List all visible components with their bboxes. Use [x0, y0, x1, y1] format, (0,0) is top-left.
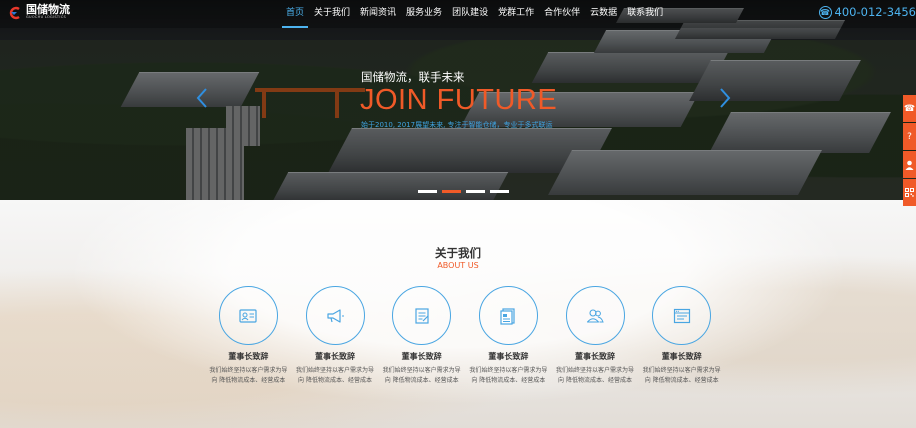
about-card-title: 董事长致辞 [661, 352, 702, 361]
section-subtitle: ABOUT US [437, 261, 479, 270]
about-card-desc: 我们始终坚持以客户需求为导向 降低物流成本、经营成本 [295, 367, 374, 384]
about-cards: 董事长致辞 我们始终坚持以客户需求为导向 降低物流成本、经营成本 董事长致辞 我… [205, 286, 725, 386]
top-nav: 国储物流 GUOCHU LOGISTICS 首页 关于我们 新闻资讯 服务业务 … [0, 0, 916, 28]
about-card-title: 董事长致辞 [401, 352, 442, 361]
about-card: 董事长致辞 我们始终坚持以客户需求为导向 降低物流成本、经营成本 [552, 286, 639, 386]
logo-subtitle: GUOCHU LOGISTICS [26, 15, 66, 19]
nav-item-about[interactable]: 关于我们 [310, 0, 354, 26]
hotline-number: 400-012-3456 [834, 5, 916, 19]
users-icon [586, 308, 604, 323]
nav-item-services[interactable]: 服务业务 [402, 0, 446, 26]
about-card-desc: 我们始终坚持以客户需求为导向 降低物流成本、经营成本 [382, 367, 461, 384]
about-card-icon-button[interactable] [392, 286, 452, 345]
about-card-desc: 我们始终坚持以客户需求为导向 降低物流成本、经营成本 [209, 367, 288, 384]
float-phone-button[interactable]: ☎ [903, 95, 916, 122]
float-question-button[interactable]: ? [903, 123, 916, 150]
document-icon [500, 307, 515, 325]
about-card: 董事长致辞 我们始终坚持以客户需求为导向 降低物流成本、经营成本 [292, 286, 379, 386]
user-icon [905, 160, 914, 170]
chevron-right-icon [720, 88, 731, 108]
id-card-icon [239, 308, 257, 323]
float-qrcode-button[interactable] [903, 179, 916, 206]
nav-item-party[interactable]: 党群工作 [494, 0, 538, 26]
slide-subtitle: 始于2010, 2017展望未来, 专注于智能仓储，专业于多式联运 [361, 121, 553, 129]
phone-icon: ☎ [818, 5, 832, 19]
slide-headline: JOIN FUTURE [360, 84, 558, 116]
about-card-icon-button[interactable] [218, 286, 278, 345]
slider-prev-button[interactable] [196, 88, 208, 108]
logo-title: 国储物流 [26, 3, 70, 16]
about-card-icon-button[interactable] [478, 286, 538, 345]
nav-item-contact[interactable]: 联系我们 [623, 0, 667, 26]
nav-item-news[interactable]: 新闻资讯 [356, 0, 400, 26]
slider-dot[interactable] [418, 190, 437, 193]
slider-next-button[interactable] [719, 88, 731, 108]
slide-title: 国储物流，联手未来 [361, 70, 465, 84]
nav-item-cloud-data[interactable]: 云数据 [586, 0, 621, 26]
about-card-desc: 我们始终坚持以客户需求为导向 降低物流成本、经营成本 [556, 367, 635, 384]
slider-dot-active[interactable] [442, 190, 461, 193]
nav-item-home[interactable]: 首页 [282, 0, 309, 28]
qrcode-icon [905, 188, 914, 197]
edit-note-icon [415, 307, 429, 324]
about-card-icon-button[interactable] [305, 286, 365, 345]
about-card: 董事长致辞 我们始终坚持以客户需求为导向 降低物流成本、经营成本 [638, 286, 725, 386]
slider-dot[interactable] [466, 190, 485, 193]
about-card-icon-button[interactable] [652, 286, 712, 345]
nav-item-team[interactable]: 团队建设 [448, 0, 492, 26]
about-card-title: 董事长致辞 [575, 352, 616, 361]
about-section: 关于我们 ABOUT US 董事长致辞 我们始终坚持以客户需求为导向 降低物流成… [0, 200, 916, 428]
slider-dot[interactable] [490, 190, 509, 193]
logo-mark-icon [8, 5, 22, 19]
logo[interactable]: 国储物流 GUOCHU LOGISTICS [8, 4, 70, 20]
slider-pagination [418, 190, 514, 193]
browser-window-icon [673, 308, 690, 323]
chevron-left-icon [196, 88, 207, 108]
hotline[interactable]: ☎ 400-012-3456 [818, 5, 916, 19]
main-menu: 首页 关于我们 新闻资讯 服务业务 团队建设 党群工作 合作伙伴 云数据 联系我… [282, 0, 669, 28]
megaphone-icon [327, 308, 344, 323]
nav-item-partners[interactable]: 合作伙伴 [540, 0, 584, 26]
about-card-desc: 我们始终坚持以客户需求为导向 降低物流成本、经营成本 [469, 367, 548, 384]
about-card: 董事长致辞 我们始终坚持以客户需求为导向 降低物流成本、经营成本 [205, 286, 292, 386]
floating-toolbar: ☎ ? [903, 95, 916, 207]
section-title: 关于我们 [435, 246, 481, 260]
about-card: 董事长致辞 我们始终坚持以客户需求为导向 降低物流成本、经营成本 [378, 286, 465, 386]
about-card-title: 董事长致辞 [228, 352, 269, 361]
logo-text: 国储物流 GUOCHU LOGISTICS [26, 4, 70, 20]
about-card: 董事长致辞 我们始终坚持以客户需求为导向 降低物流成本、经营成本 [465, 286, 552, 386]
about-card-title: 董事长致辞 [315, 352, 355, 361]
about-card-title: 董事长致辞 [488, 352, 529, 361]
phone-icon: ☎ [903, 103, 916, 114]
question-icon: ? [907, 131, 912, 142]
about-card-desc: 我们始终坚持以客户需求为导向 降低物流成本、经营成本 [642, 367, 721, 384]
about-card-icon-button[interactable] [565, 286, 625, 345]
float-user-button[interactable] [903, 151, 916, 178]
